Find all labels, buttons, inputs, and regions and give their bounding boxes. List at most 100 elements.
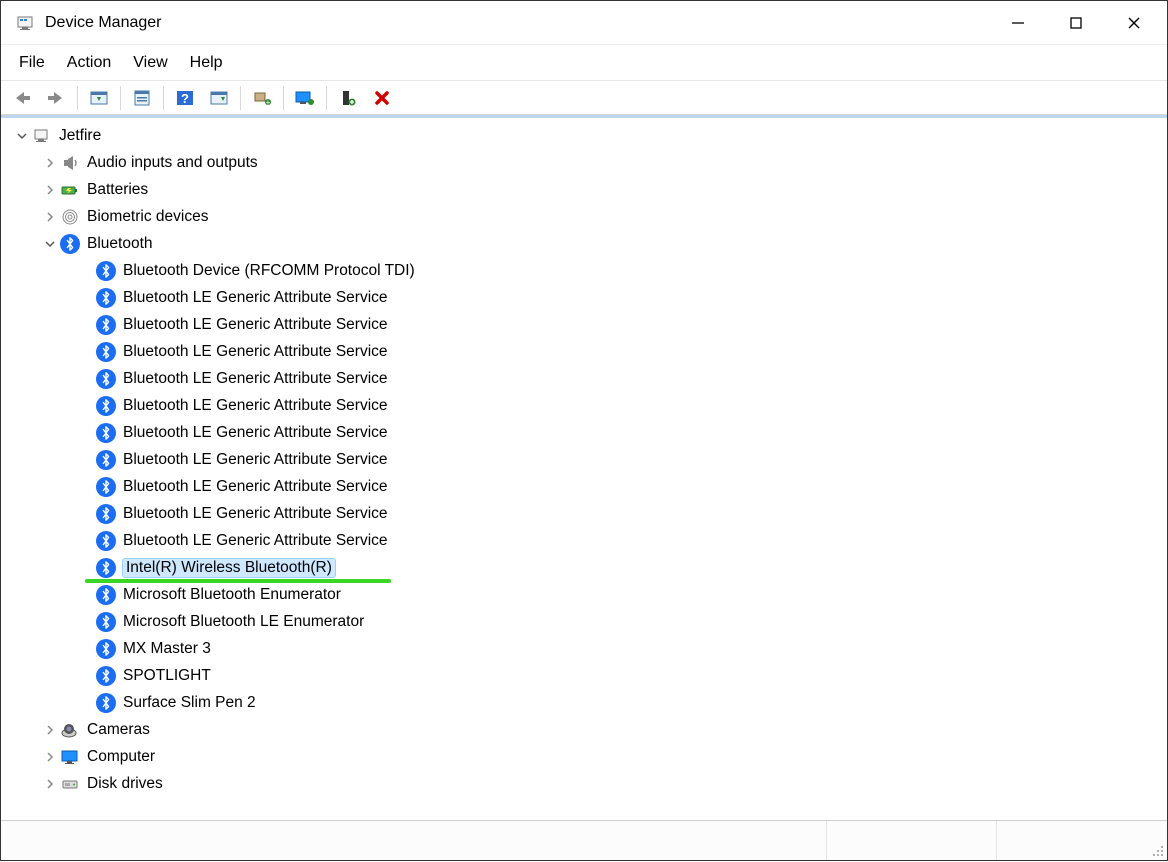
expand-icon[interactable] (41, 154, 59, 172)
tree-category[interactable]: Cameras (3, 716, 1167, 743)
close-button[interactable] (1105, 1, 1163, 45)
tree-item-label: Bluetooth LE Generic Attribute Service (123, 424, 388, 442)
bluetooth-icon (95, 584, 117, 606)
tree-device[interactable]: Bluetooth LE Generic Attribute Service (3, 338, 1167, 365)
tree-category[interactable]: Biometric devices (3, 203, 1167, 230)
bluetooth-icon (95, 314, 117, 336)
app-icon (15, 13, 35, 33)
tree-device[interactable]: Surface Slim Pen 2 (3, 689, 1167, 716)
toolbar-separator (120, 86, 121, 110)
tree-item-label: Cameras (87, 721, 150, 739)
tree-device[interactable]: SPOTLIGHT (3, 662, 1167, 689)
tree-item-label: Bluetooth LE Generic Attribute Service (123, 451, 388, 469)
properties-button[interactable] (127, 85, 157, 111)
tree-root[interactable]: Jetfire (3, 122, 1167, 149)
tree-category[interactable]: Bluetooth (3, 230, 1167, 257)
tree-device[interactable]: Microsoft Bluetooth LE Enumerator (3, 608, 1167, 635)
collapse-icon[interactable] (41, 235, 59, 253)
tree-item-label: Bluetooth LE Generic Attribute Service (123, 505, 388, 523)
expand-icon[interactable] (41, 721, 59, 739)
back-button[interactable] (7, 85, 37, 111)
statusbar (1, 820, 1167, 860)
tree-device[interactable]: Bluetooth LE Generic Attribute Service (3, 419, 1167, 446)
status-cell (997, 821, 1167, 860)
tree-category[interactable]: Disk drives (3, 770, 1167, 797)
collapse-icon[interactable] (13, 127, 31, 145)
fingerprint-icon (59, 206, 81, 228)
bluetooth-icon (95, 449, 117, 471)
tree-item-label: Computer (87, 748, 155, 766)
expand-icon[interactable] (41, 208, 59, 226)
svg-text:?: ? (181, 91, 189, 106)
bluetooth-icon (95, 476, 117, 498)
bluetooth-icon (95, 422, 117, 444)
expand-icon[interactable] (41, 748, 59, 766)
tree-category[interactable]: Batteries (3, 176, 1167, 203)
help-button[interactable]: ? (170, 85, 200, 111)
svg-text:+: + (266, 98, 271, 107)
bluetooth-icon (95, 368, 117, 390)
minimize-button[interactable] (989, 1, 1047, 45)
expand-icon[interactable] (41, 181, 59, 199)
delete-button[interactable] (367, 85, 397, 111)
device-tree[interactable]: Jetfire Audio inputs and outputs Batteries… (1, 118, 1167, 818)
update-driver-button[interactable] (290, 85, 320, 111)
toolbar-separator (240, 86, 241, 110)
titlebar: Device Manager (1, 1, 1167, 45)
tree-item-label: Bluetooth LE Generic Attribute Service (123, 289, 388, 307)
tree-category[interactable]: Audio inputs and outputs (3, 149, 1167, 176)
toolbar: ? + (1, 81, 1167, 115)
bluetooth-icon (95, 665, 117, 687)
forward-button[interactable] (41, 85, 71, 111)
tree-device[interactable]: Bluetooth LE Generic Attribute Service (3, 473, 1167, 500)
tree-device[interactable]: Bluetooth LE Generic Attribute Service (3, 500, 1167, 527)
tree-item-label: Bluetooth LE Generic Attribute Service (123, 478, 388, 496)
bluetooth-icon (95, 557, 117, 579)
tree-device[interactable]: Bluetooth Device (RFCOMM Protocol TDI) (3, 257, 1167, 284)
tree-device[interactable]: Bluetooth LE Generic Attribute Service (3, 311, 1167, 338)
tree-device[interactable]: MX Master 3 (3, 635, 1167, 662)
bluetooth-icon (95, 260, 117, 282)
tree-device[interactable]: Bluetooth LE Generic Attribute Service (3, 446, 1167, 473)
tree-item-label: Audio inputs and outputs (87, 154, 258, 172)
tree-device[interactable]: Bluetooth LE Generic Attribute Service (3, 392, 1167, 419)
tree-device[interactable]: Microsoft Bluetooth Enumerator (3, 581, 1167, 608)
tree-item-label: Intel(R) Wireless Bluetooth(R) (123, 559, 335, 577)
camera-icon (59, 719, 81, 741)
tree-item-label: Batteries (87, 181, 148, 199)
toolbar-separator (163, 86, 164, 110)
uninstall-button[interactable] (333, 85, 363, 111)
menu-view[interactable]: View (123, 48, 177, 78)
bluetooth-icon (95, 692, 117, 714)
tree-item-label: Bluetooth Device (RFCOMM Protocol TDI) (123, 262, 415, 280)
disk-icon (59, 773, 81, 795)
bluetooth-icon (95, 395, 117, 417)
resize-grip[interactable] (1149, 842, 1165, 858)
tree-item-label: Bluetooth (87, 235, 153, 253)
expand-icon[interactable] (41, 775, 59, 793)
status-cell (827, 821, 997, 860)
show-hide-tree-button[interactable] (84, 85, 114, 111)
menu-file[interactable]: File (9, 48, 55, 78)
scan-hardware-button[interactable]: + (247, 85, 277, 111)
show-hidden-button[interactable] (204, 85, 234, 111)
computer-icon (31, 125, 53, 147)
maximize-button[interactable] (1047, 1, 1105, 45)
menu-help[interactable]: Help (180, 48, 233, 78)
tree-device[interactable]: Intel(R) Wireless Bluetooth(R) (3, 554, 1167, 581)
tree-item-label: Bluetooth LE Generic Attribute Service (123, 532, 388, 550)
status-cell (1, 821, 827, 860)
bluetooth-icon (95, 638, 117, 660)
tree-device[interactable]: Bluetooth LE Generic Attribute Service (3, 284, 1167, 311)
tree-device[interactable]: Bluetooth LE Generic Attribute Service (3, 365, 1167, 392)
tree-item-label: Jetfire (59, 127, 101, 145)
tree-device[interactable]: Bluetooth LE Generic Attribute Service (3, 527, 1167, 554)
battery-icon (59, 179, 81, 201)
tree-category[interactable]: Computer (3, 743, 1167, 770)
toolbar-separator (77, 86, 78, 110)
menu-action[interactable]: Action (57, 48, 121, 78)
menubar: File Action View Help (1, 45, 1167, 81)
monitor-icon (59, 746, 81, 768)
tree-item-label: Surface Slim Pen 2 (123, 694, 256, 712)
bluetooth-icon (95, 611, 117, 633)
